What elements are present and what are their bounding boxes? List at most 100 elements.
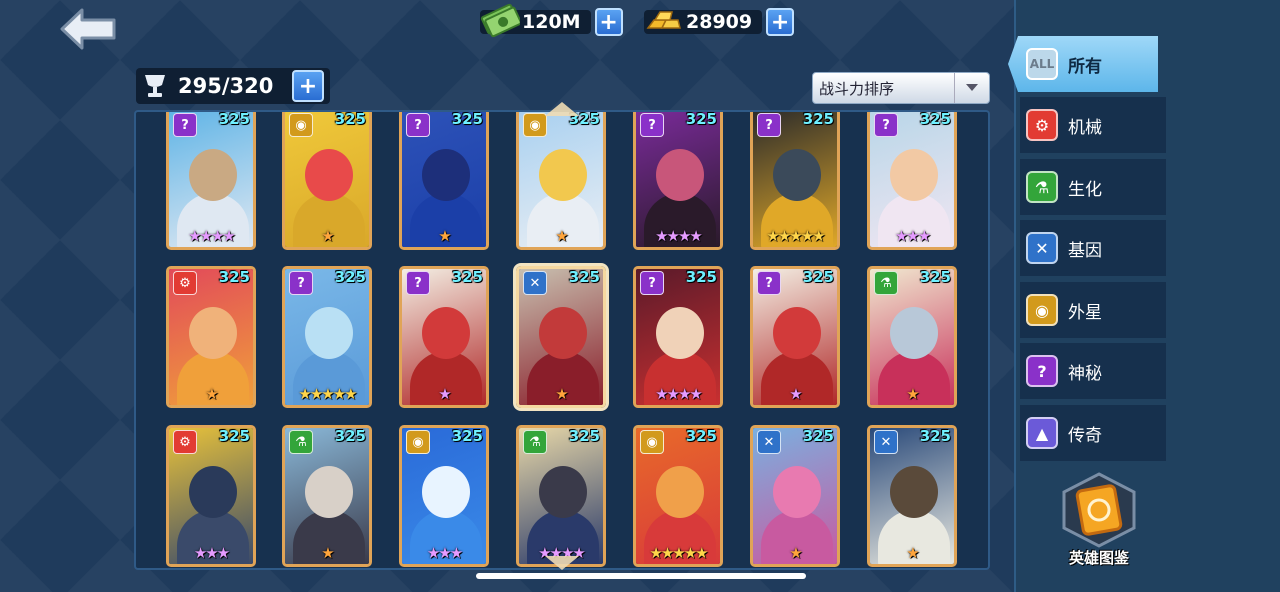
hero-face <box>422 466 470 518</box>
hero-codex-button[interactable]: 英雄图鉴 <box>1054 470 1144 570</box>
hero-power: 325 <box>334 268 366 286</box>
hero-card[interactable]: ? 325 ★★★★ <box>633 266 723 408</box>
back-button[interactable] <box>60 8 118 50</box>
filter-label: 所有 <box>1068 56 1102 77</box>
hero-card[interactable]: ? 325 ★★★ <box>867 110 957 250</box>
hero-power: 325 <box>919 110 951 128</box>
hero-face <box>890 307 938 359</box>
filter-legendary-icon: ▲ <box>1026 417 1058 449</box>
hero-card[interactable]: ? 325 ★★★★ <box>166 110 256 250</box>
hero-stars: ★★★★★ <box>766 227 825 245</box>
hero-type-icon: ◉ <box>640 430 664 454</box>
hero-card[interactable]: ✕ 325 ★ <box>750 425 840 567</box>
hero-face <box>656 466 704 518</box>
hero-type-icon: ? <box>289 271 313 295</box>
hero-stars: ★ <box>205 385 218 403</box>
hero-stars: ★★★ <box>193 544 230 562</box>
expand-capacity-button[interactable]: + <box>292 70 324 102</box>
hero-card[interactable]: ? 325 ★ <box>399 112 489 250</box>
hero-card[interactable]: ⚙ 325 ★ <box>166 266 256 408</box>
filter-label: 传奇 <box>1068 425 1102 446</box>
filter-mystic-icon: ? <box>1026 355 1058 387</box>
hero-type-icon: ✕ <box>523 271 547 295</box>
hero-card[interactable]: ⚗ 325 ★★★★ <box>516 425 606 567</box>
hero-card[interactable]: ? 325 ★ <box>750 266 840 408</box>
hero-face <box>773 149 821 201</box>
home-indicator <box>476 573 806 579</box>
filter-label: 外星 <box>1068 302 1102 323</box>
hero-power: 325 <box>919 427 951 445</box>
filter-panel: 英雄图鉴 ALL 所有 ⚙ 机械 ⚗ 生化 ✕ 基因 ◉ 外星? 神秘 ▲ 传奇 <box>1008 0 1280 592</box>
hero-type-icon: ? <box>874 113 898 137</box>
filter-biochemical[interactable]: ⚗ 生化 <box>1020 159 1166 215</box>
hero-card[interactable]: ✕ 325 ★ <box>867 425 957 567</box>
hero-grid[interactable]: ? 325 ★★★★ ◉ 325 ★? 325 ★ ◉ 325 ★? 325 ★★★★? 325 ★★★★★… <box>134 110 990 570</box>
hero-face <box>305 307 353 359</box>
hero-card[interactable]: ? 325 ★★★★★ <box>750 112 840 250</box>
hero-type-icon: ⚙ <box>173 430 197 454</box>
hero-stars: ★ <box>438 227 451 245</box>
hero-type-icon: ⚗ <box>523 430 547 454</box>
sort-dropdown[interactable]: 战斗力排序 <box>812 72 990 104</box>
hero-power: 325 <box>218 427 250 445</box>
hero-stars: ★ <box>789 544 802 562</box>
hero-card[interactable]: ⚙ 325 ★★★ <box>166 425 256 567</box>
gold-bars-icon <box>646 11 681 29</box>
hero-type-icon: ? <box>406 271 430 295</box>
add-cash-button[interactable]: + <box>594 8 623 36</box>
hero-power: 325 <box>685 110 717 128</box>
hero-card[interactable]: ◉ 325 ★★★★★ <box>633 425 723 567</box>
hero-stars: ★ <box>906 544 919 562</box>
filter-all-icon: ALL <box>1026 48 1058 80</box>
hero-type-icon: ✕ <box>757 430 781 454</box>
hero-stars: ★ <box>555 385 568 403</box>
filter-legendary[interactable]: ▲ 传奇 <box>1020 405 1166 461</box>
hero-power: 325 <box>568 268 600 286</box>
hero-power: 325 <box>218 110 250 128</box>
hero-power: 325 <box>802 427 834 445</box>
hero-card[interactable]: ⚗ 325 ★ <box>867 266 957 408</box>
hero-face <box>305 466 353 518</box>
hero-power: 325 <box>685 268 717 286</box>
hero-face <box>539 466 587 518</box>
hero-type-icon: ? <box>640 271 664 295</box>
hero-card[interactable]: ? 325 ★★★★★ <box>282 266 372 408</box>
hero-face <box>189 307 237 359</box>
hero-card[interactable]: ◉ 325 ★★★ <box>399 425 489 567</box>
hero-power: 325 <box>334 427 366 445</box>
hero-stars: ★ <box>438 385 451 403</box>
hero-stars: ★★★★★ <box>298 385 357 403</box>
filter-label: 神秘 <box>1068 363 1102 384</box>
hero-face <box>773 307 821 359</box>
hero-power: 325 <box>802 268 834 286</box>
filter-alien-icon: ◉ <box>1026 294 1058 326</box>
hero-type-icon: ✕ <box>874 430 898 454</box>
hero-card[interactable]: ? 325 ★★★★ <box>633 110 723 250</box>
hero-stars: ★ <box>906 385 919 403</box>
hero-power: 325 <box>451 268 483 286</box>
filter-mystic[interactable]: ? 神秘 <box>1020 343 1166 399</box>
scroll-down-indicator-icon <box>545 556 579 570</box>
filter-genetic[interactable]: ✕ 基因 <box>1020 220 1166 276</box>
hero-type-icon: ? <box>757 113 781 137</box>
hero-card[interactable]: ✕ 325 ★ <box>516 266 606 408</box>
hero-card[interactable]: ◉ 325 ★ <box>516 112 606 250</box>
gold-display: 28909 + <box>644 8 795 36</box>
filter-biochemical-icon: ⚗ <box>1026 171 1058 203</box>
add-gold-button[interactable]: + <box>766 8 795 36</box>
hero-card[interactable]: ◉ 325 ★ <box>282 112 372 250</box>
filter-alien[interactable]: ◉ 外星 <box>1020 282 1166 338</box>
hero-card[interactable]: ⚗ 325 ★ <box>282 425 372 567</box>
plus-icon: + <box>298 73 318 99</box>
scroll-up-indicator-icon <box>545 102 579 116</box>
hero-face <box>422 307 470 359</box>
hero-face <box>539 307 587 359</box>
cash-icon <box>480 3 520 38</box>
filter-mechanical[interactable]: ⚙ 机械 <box>1020 97 1166 153</box>
hero-stars: ★★★★ <box>655 227 703 245</box>
hero-type-icon: ◉ <box>523 113 547 137</box>
filter-all[interactable]: ALL 所有 <box>1008 36 1158 92</box>
chevron-down-icon <box>954 73 989 103</box>
hero-card[interactable]: ? 325 ★ <box>399 266 489 408</box>
codex-book-icon <box>1062 472 1136 548</box>
